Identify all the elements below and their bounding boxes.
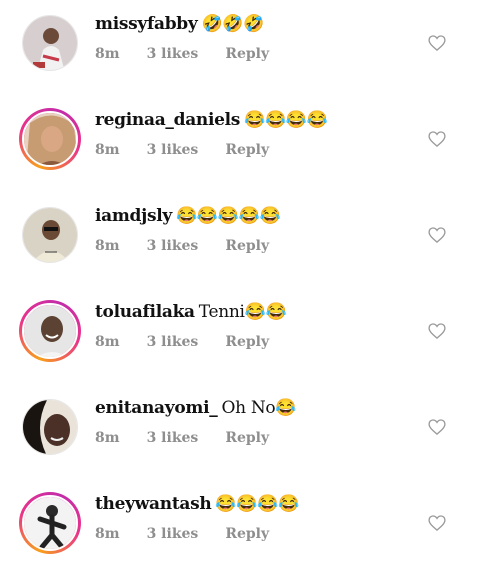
comment-username[interactable]: iamdjsly <box>95 206 172 226</box>
reply-button[interactable]: Reply <box>225 334 269 350</box>
comment-text: 😂😂😂😂 <box>244 110 328 130</box>
like-heart-icon[interactable] <box>427 417 447 437</box>
comment-item: theywantash 😂😂😂😂 8m 3 likes Reply <box>0 480 480 576</box>
avatar[interactable] <box>19 12 81 74</box>
avatar[interactable] <box>19 396 81 458</box>
comment-meta: 8m 3 likes Reply <box>95 430 269 446</box>
comment-time: 8m <box>95 46 120 62</box>
comment-time: 8m <box>95 238 120 254</box>
comment-username[interactable]: missyfabby <box>95 14 198 34</box>
comment-time: 8m <box>95 526 120 542</box>
comment-text: Tenni😂😂 <box>198 302 287 322</box>
comment-body: iamdjsly 😂😂😂😂😂 <box>95 206 281 226</box>
comment-meta: 8m 3 likes Reply <box>95 46 269 62</box>
comment-username[interactable]: theywantash <box>95 494 212 514</box>
comment-body: theywantash 😂😂😂😂 <box>95 494 299 514</box>
comment-item: toluafilaka Tenni😂😂 8m 3 likes Reply <box>0 288 480 384</box>
reply-button[interactable]: Reply <box>225 238 269 254</box>
comment-likes[interactable]: 3 likes <box>147 430 199 446</box>
like-heart-icon[interactable] <box>427 321 447 341</box>
comment-username[interactable]: reginaa_daniels <box>95 110 240 130</box>
reply-button[interactable]: Reply <box>225 526 269 542</box>
comment-text: 😂😂😂😂😂 <box>176 206 281 226</box>
comment-item: reginaa_daniels 😂😂😂😂 8m 3 likes Reply <box>0 96 480 192</box>
like-heart-icon[interactable] <box>427 225 447 245</box>
comment-meta: 8m 3 likes Reply <box>95 238 269 254</box>
comment-time: 8m <box>95 142 120 158</box>
avatar-image <box>22 15 78 71</box>
reply-button[interactable]: Reply <box>225 46 269 62</box>
comment-likes[interactable]: 3 likes <box>147 238 199 254</box>
comment-meta: 8m 3 likes Reply <box>95 142 269 158</box>
reply-button[interactable]: Reply <box>225 142 269 158</box>
comment-item: missyfabby 🤣🤣🤣 8m 3 likes Reply <box>0 0 480 96</box>
comment-text: Oh No😂 <box>221 398 297 418</box>
like-heart-icon[interactable] <box>427 33 447 53</box>
comment-likes[interactable]: 3 likes <box>147 142 199 158</box>
comment-meta: 8m 3 likes Reply <box>95 334 269 350</box>
avatar-story-ring[interactable] <box>19 492 81 554</box>
like-heart-icon[interactable] <box>427 513 447 533</box>
reply-button[interactable]: Reply <box>225 430 269 446</box>
comment-likes[interactable]: 3 likes <box>147 526 199 542</box>
comment-body: missyfabby 🤣🤣🤣 <box>95 14 264 34</box>
avatar-image <box>22 303 78 359</box>
avatar-story-ring[interactable] <box>19 300 81 362</box>
comment-username[interactable]: toluafilaka <box>95 302 195 322</box>
comment-body: reginaa_daniels 😂😂😂😂 <box>95 110 328 130</box>
comment-likes[interactable]: 3 likes <box>147 46 199 62</box>
avatar-story-ring[interactable] <box>19 108 81 170</box>
avatar-image <box>22 399 78 455</box>
avatar[interactable] <box>19 204 81 266</box>
like-heart-icon[interactable] <box>427 129 447 149</box>
comment-time: 8m <box>95 334 120 350</box>
comment-username[interactable]: enitanayomi_ <box>95 398 218 418</box>
comment-item: enitanayomi_ Oh No😂 8m 3 likes Reply <box>0 384 480 480</box>
comment-text: 🤣🤣🤣 <box>201 14 265 34</box>
avatar-image <box>22 495 78 551</box>
comment-time: 8m <box>95 430 120 446</box>
comment-body: toluafilaka Tenni😂😂 <box>95 302 287 322</box>
comment-text: 😂😂😂😂 <box>215 494 299 514</box>
comment-item: iamdjsly 😂😂😂😂😂 8m 3 likes Reply <box>0 192 480 288</box>
avatar-image <box>22 111 78 167</box>
comment-body: enitanayomi_ Oh No😂 <box>95 398 297 418</box>
avatar-image <box>22 207 78 263</box>
comment-meta: 8m 3 likes Reply <box>95 526 269 542</box>
comment-likes[interactable]: 3 likes <box>147 334 199 350</box>
